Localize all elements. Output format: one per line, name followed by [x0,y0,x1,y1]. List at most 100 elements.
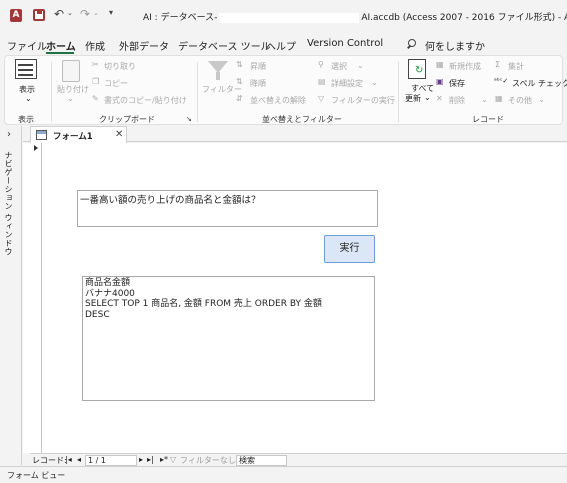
customize-quick-access-icon[interactable]: ▾ [109,8,113,17]
more-button[interactable]: その他 [508,95,532,106]
paste-icon[interactable] [62,60,80,82]
filter-status-icon: ▽ [170,455,177,464]
undo-dropdown-icon[interactable]: ⌄ [67,9,73,17]
menu-help[interactable]: ヘルプ [266,38,296,53]
group-label-records: レコード [472,115,504,124]
delete-record-button[interactable]: 削除 [449,95,465,106]
format-painter-icon[interactable]: ✎ [92,94,99,103]
menu-create[interactable]: 作成 [85,38,105,53]
ribbon-separator [51,62,52,122]
group-label-sort-filter: 並べ替えとフィルター [262,115,342,124]
record-navigation-bar: レコード: |◂ ◂ 1 / 1 ▸ ▸| ▸* ▽ フィルターなし 検索 [30,453,567,466]
tell-me-search[interactable]: 何をしますか [425,38,485,53]
navigation-pane-label[interactable]: ナビゲーション ウィンドウ [3,151,14,256]
advanced-icon[interactable]: ▤ [318,77,326,86]
selection-icon[interactable]: ⚲ [318,60,324,69]
ribbon-separator [197,62,198,122]
current-record-icon [34,145,38,151]
menu-database-tools[interactable]: データベース ツール [178,38,271,53]
totals-icon[interactable]: Σ [495,60,500,69]
refresh-all-label-line2[interactable]: 更新 [405,93,421,104]
redacted-path [219,12,360,23]
remove-sort-icon[interactable]: ⇵ [236,94,243,103]
save-record-button[interactable]: 保存 [449,78,465,89]
sort-descending-icon[interactable]: ⇅ [236,77,243,86]
spelling-button[interactable]: スペル チェック [512,78,567,89]
group-label-view: 表示 [18,115,34,124]
result-line: SELECT TOP 1 商品名, 金額 FROM 売上 ORDER BY 金額 [85,299,322,309]
toggle-filter-button[interactable]: フィルターの実行 [331,95,395,106]
filter-stem-icon [216,72,220,80]
refresh-dropdown-icon[interactable]: ⌄ [424,93,431,102]
record-label: レコード: [32,456,67,465]
search-box[interactable]: 検索 [236,455,287,466]
advanced-dropdown-icon[interactable]: ⌄ [371,78,378,87]
result-line: DESC [85,309,110,320]
more-icon[interactable]: ▦ [495,94,503,103]
document-tab-strip: フォーム1 ✕ [23,126,567,143]
totals-button[interactable]: 集計 [508,61,524,72]
clipboard-launcher-icon[interactable]: ↘ [186,115,192,123]
selection-button[interactable]: 選択 [331,61,347,72]
new-record-nav-icon[interactable]: ▸* [160,455,168,464]
close-tab-icon[interactable]: ✕ [115,129,123,140]
form-icon [36,130,47,140]
run-button[interactable]: 実行 [324,235,375,263]
redo-icon[interactable]: ↷ [80,7,90,21]
toggle-filter-icon[interactable]: ▽ [318,94,324,103]
menu-home[interactable]: ホーム [46,38,76,53]
save-icon[interactable] [33,9,45,21]
new-record-icon[interactable]: ▦ [436,60,444,69]
sort-ascending-button[interactable]: 昇順 [250,61,266,72]
status-bar: フォーム ビュー [0,466,567,483]
menu-external-data[interactable]: 外部データ [119,38,169,53]
result-line: 商品名金額 [85,278,131,288]
first-record-icon[interactable]: |◂ [65,455,72,464]
last-record-icon[interactable]: ▸| [147,455,154,464]
format-painter-button[interactable]: 書式のコピー/貼り付け [104,95,187,106]
delete-record-icon[interactable]: ✕ [436,94,443,103]
next-record-icon[interactable]: ▸ [139,455,143,464]
new-record-button[interactable]: 新規作成 [449,61,481,72]
paste-dropdown-icon[interactable]: ⌄ [67,94,74,103]
ribbon-separator [398,62,399,122]
copy-icon[interactable]: ❐ [92,77,99,86]
view-icon[interactable] [15,59,37,79]
current-record-field[interactable]: 1 / 1 [85,455,137,466]
save-record-icon[interactable]: ▣ [436,77,444,86]
menu-version-control[interactable]: Version Control [307,38,383,49]
result-line: バナナ4000 [85,288,135,299]
spelling-icon[interactable]: ᵃᵇᶜ✓ [494,77,508,85]
active-tab-indicator [46,52,74,54]
window-title-suffix: AI.accdb (Access 2007 - 2016 ファイル形式) - A… [361,13,567,23]
more-dropdown-icon[interactable]: ⌄ [538,95,545,104]
selection-dropdown-icon[interactable]: ⌄ [357,61,364,70]
previous-record-icon[interactable]: ◂ [77,455,81,464]
copy-button[interactable]: コピー [104,78,128,89]
remove-sort-button[interactable]: 並べ替えの解除 [250,95,306,106]
cut-button[interactable]: 切り取り [104,61,136,72]
window-title: AI : データベース- AI.accdb (Access 2007 - 2016… [143,10,567,23]
sort-ascending-icon[interactable]: ⇅ [236,60,243,69]
access-logo-icon: A [10,9,22,22]
undo-icon[interactable]: ↶ [54,7,64,21]
navigation-pane[interactable]: › ナビゲーション ウィンドウ [0,126,22,465]
refresh-all-icon[interactable]: ↻ [408,59,426,79]
filter-status[interactable]: フィルターなし [180,455,236,466]
question-input[interactable]: 一番高い額の売り上げの商品名と金額は？ [77,190,378,227]
record-selector[interactable] [30,143,42,453]
ribbon: 表示 ⌄ 表示 貼り付け ⌄ ✂ 切り取り ❐ コピー ✎ 書式のコピー/貼り付… [4,55,567,125]
result-output[interactable]: 商品名金額 バナナ4000 SELECT TOP 1 商品名, 金額 FROM … [82,276,375,401]
view-dropdown-icon[interactable]: ⌄ [25,94,32,103]
menu-bar: ファイル ホーム 作成 外部データ データベース ツール ヘルプ Version… [0,34,567,54]
redo-dropdown-icon[interactable]: ⌄ [93,9,99,17]
window-title-prefix: AI : データベース- [143,13,218,23]
sort-descending-button[interactable]: 降順 [250,78,266,89]
delete-dropdown-icon[interactable]: ⌄ [481,95,488,104]
tab-form1[interactable]: フォーム1 ✕ [30,126,127,143]
expand-nav-icon[interactable]: › [7,129,11,140]
cut-icon[interactable]: ✂ [92,60,99,69]
tab-form1-label: フォーム1 [53,132,93,142]
menu-file[interactable]: ファイル [7,38,47,53]
advanced-button[interactable]: 詳細設定 [331,78,363,89]
